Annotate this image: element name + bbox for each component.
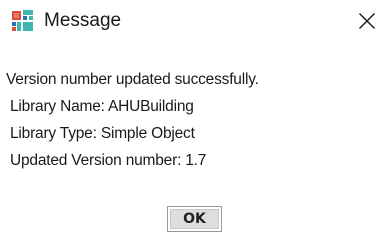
message-line-library-type: Library Type: Simple Object	[10, 125, 195, 142]
message-dialog: Message Version number updated successfu…	[0, 0, 386, 249]
message-line-version: Updated Version number: 1.7	[10, 152, 207, 169]
message-line-library-name: Library Name: AHUBuilding	[10, 98, 194, 115]
title-bar: Message	[0, 0, 386, 44]
app-logo-icon	[12, 10, 34, 32]
message-text: Version number updated successfully. Lib…	[6, 66, 259, 174]
close-button[interactable]	[352, 6, 382, 36]
ok-button[interactable]: OK	[167, 206, 222, 232]
message-line-status: Version number updated successfully.	[6, 71, 259, 88]
dialog-title: Message	[44, 10, 122, 31]
close-icon	[359, 13, 375, 29]
